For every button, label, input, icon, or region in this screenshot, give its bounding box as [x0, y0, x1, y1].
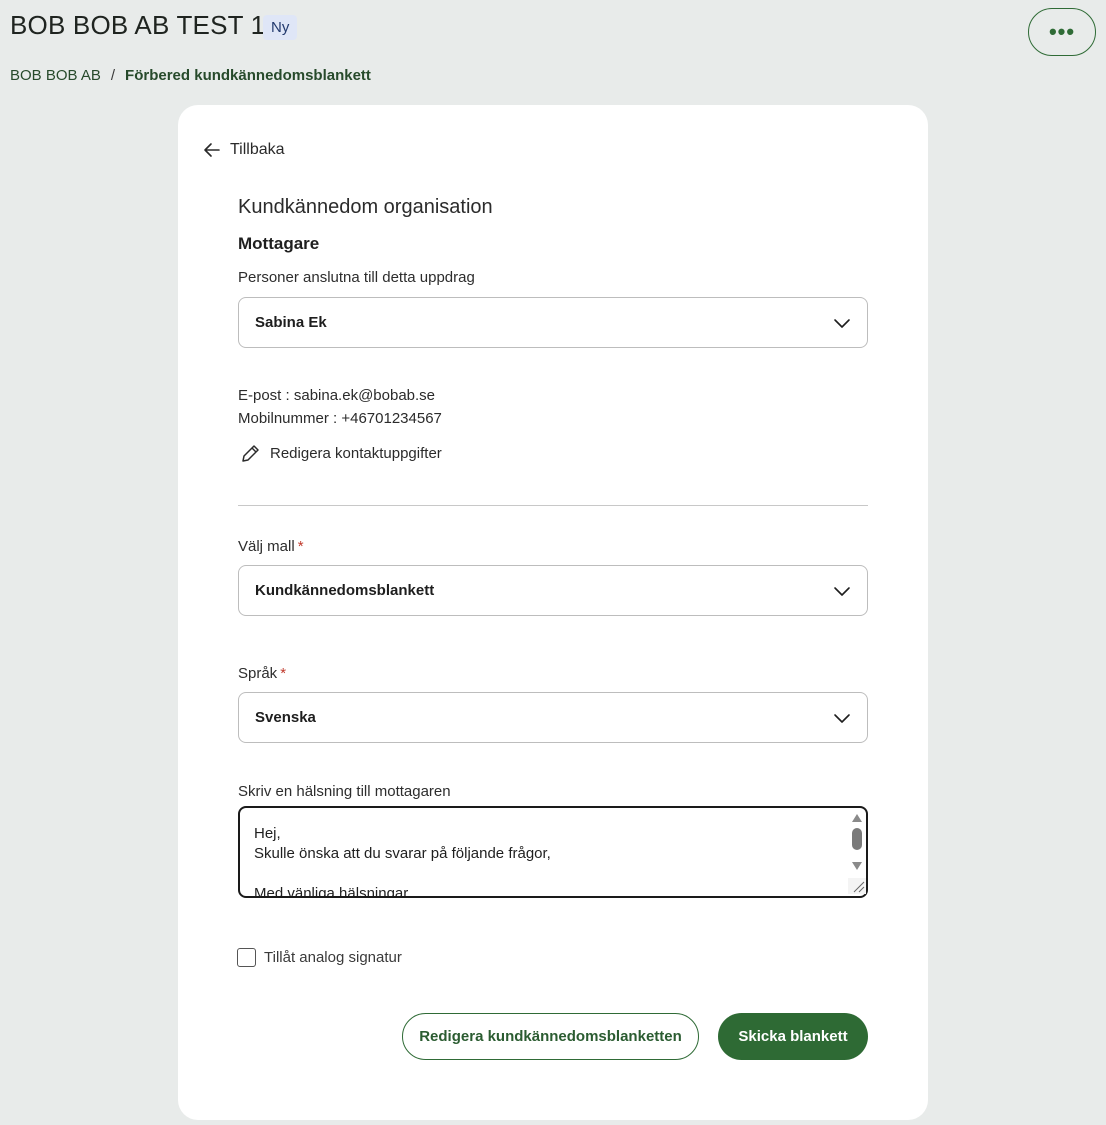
divider: [238, 505, 868, 506]
back-label: Tillbaka: [230, 141, 285, 158]
chevron-down-icon: [834, 713, 850, 723]
language-select[interactable]: Svenska: [238, 692, 868, 743]
breadcrumb: BOB BOB AB / Förbered kundkännedomsblank…: [10, 67, 371, 84]
form-title: Kundkännedom organisation: [238, 196, 493, 218]
textarea-scrollbar[interactable]: [848, 810, 866, 894]
contact-email: E-post : sabina.ek@bobab.se: [238, 387, 436, 404]
arrow-left-icon: [204, 143, 220, 157]
template-label-text: Välj mall: [238, 538, 295, 555]
template-label: Välj mall *: [238, 538, 304, 555]
greeting-label: Skriv en hälsning till mottagaren: [238, 783, 451, 800]
breadcrumb-separator: /: [110, 67, 116, 84]
edit-contact-button[interactable]: Redigera kontaktuppgifter: [240, 443, 442, 464]
status-badge: Ny: [263, 15, 298, 40]
recipient-heading: Mottagare: [238, 234, 320, 253]
required-marker: *: [280, 665, 287, 682]
send-form-button[interactable]: Skicka blankett: [718, 1013, 868, 1060]
back-link[interactable]: Tillbaka: [202, 140, 285, 160]
language-label-text: Språk: [238, 665, 278, 682]
more-options-button[interactable]: •••: [1028, 8, 1096, 56]
persons-select-value: Sabina Ek: [255, 314, 327, 331]
pencil-icon: [242, 445, 259, 462]
edit-contact-label: Redigera kontaktuppgifter: [270, 445, 442, 462]
persons-select[interactable]: Sabina Ek: [238, 297, 868, 348]
template-select-value: Kundkännedomsblankett: [255, 582, 435, 599]
chevron-down-icon: [834, 318, 850, 328]
edit-form-button[interactable]: Redigera kundkännedomsblanketten: [402, 1013, 699, 1060]
analog-signature-label: Tillåt analog signatur: [264, 949, 402, 966]
breadcrumb-item-company[interactable]: BOB BOB AB: [10, 67, 101, 84]
language-label: Språk *: [238, 665, 286, 682]
breadcrumb-item-current: Förbered kundkännedomsblankett: [125, 67, 371, 84]
page-title: BOB BOB AB TEST 15: [10, 10, 280, 40]
contact-mobile: Mobilnummer : +46701234567: [238, 410, 442, 427]
language-select-value: Svenska: [255, 709, 316, 726]
ellipsis-icon: •••: [1048, 19, 1076, 44]
analog-signature-option[interactable]: Tillåt analog signatur: [237, 948, 402, 967]
template-select[interactable]: Kundkännedomsblankett: [238, 565, 868, 616]
chevron-down-icon: [834, 586, 850, 596]
required-marker: *: [297, 538, 304, 555]
persons-label: Personer anslutna till detta uppdrag: [238, 269, 475, 286]
greeting-textarea[interactable]: Hej, Skulle önska att du svarar på följa…: [238, 806, 868, 898]
analog-signature-checkbox[interactable]: [237, 948, 256, 967]
